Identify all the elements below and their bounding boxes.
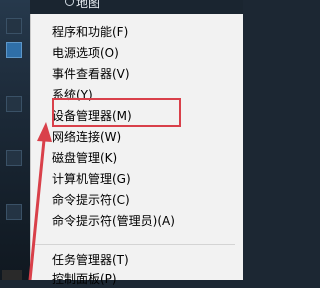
desktop-icon[interactable] bbox=[6, 18, 22, 34]
menu-item-network-connections[interactable]: 网络连接(W) bbox=[52, 128, 121, 146]
window-title: 地图 bbox=[76, 0, 101, 10]
desktop-icon[interactable] bbox=[6, 96, 22, 112]
desktop-icon[interactable] bbox=[6, 150, 22, 166]
taskbar-fragment bbox=[2, 270, 22, 280]
menu-item-command-prompt-admin[interactable]: 命令提示符(管理员)(A) bbox=[52, 212, 175, 230]
menu-item-disk-management[interactable]: 磁盘管理(K) bbox=[52, 149, 117, 167]
menu-separator bbox=[33, 244, 235, 245]
highlight-box bbox=[52, 98, 181, 127]
menu-item-programs-features[interactable]: 程序和功能(F) bbox=[52, 23, 128, 41]
menu-item-command-prompt[interactable]: 命令提示符(C) bbox=[52, 191, 130, 209]
desktop-icon[interactable] bbox=[6, 204, 22, 220]
desktop-strip bbox=[0, 0, 30, 280]
menu-item-task-manager[interactable]: 任务管理器(T) bbox=[52, 251, 129, 269]
menu-item-control-panel[interactable]: 控制面板(P) bbox=[52, 270, 117, 288]
menu-item-power-options[interactable]: 电源选项(O) bbox=[52, 44, 119, 62]
window-title-bar: 地图 bbox=[30, 0, 243, 15]
menu-item-computer-management[interactable]: 计算机管理(G) bbox=[52, 170, 131, 188]
winx-context-menu: 程序和功能(F) 电源选项(O) 事件查看器(V) 系统(Y) 设备管理器(M)… bbox=[30, 14, 243, 286]
menu-item-event-viewer[interactable]: 事件查看器(V) bbox=[52, 65, 130, 83]
desktop-icon[interactable] bbox=[6, 42, 22, 58]
map-icon bbox=[65, 0, 74, 6]
